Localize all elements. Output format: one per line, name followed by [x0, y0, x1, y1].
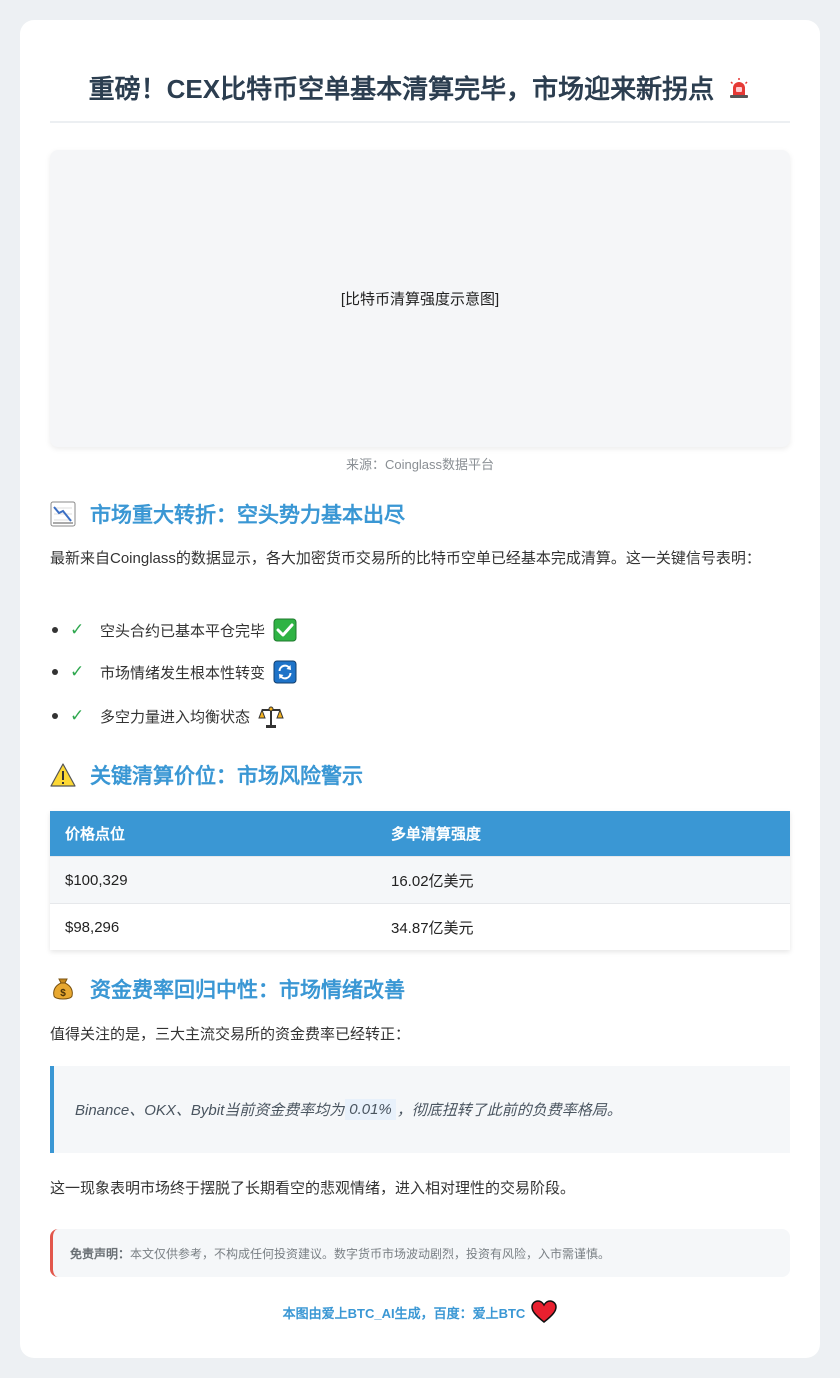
bullet-dot: [52, 669, 58, 675]
disclaimer-label: 免责声明：: [70, 1246, 131, 1261]
hero-placeholder-text: [比特币清算强度示意图]: [340, 291, 500, 308]
section3-conclusion: 这一现象表明市场终于摆脱了长期看空的悲观情绪，进入相对理性的交易阶段。: [50, 1180, 576, 1197]
disclaimer-text: 本文仅供参考，不构成任何投资建议。数字货币市场波动剧烈，投资有风险，入市需谨慎。: [130, 1246, 611, 1261]
siren-icon: [727, 74, 751, 108]
table-cell-intensity: 16.02亿美元: [391, 872, 474, 890]
title-divider: [50, 121, 790, 123]
funding-rate-value: 0.01%: [345, 1099, 396, 1120]
list-item-text: 市场情绪发生根本性转变: [100, 664, 266, 682]
page-title: 重磅！CEX比特币空单基本清算完毕，市场迎来新拐点: [50, 72, 790, 108]
section-heading-text: 资金费率回归中性：市场情绪改善: [90, 979, 405, 1002]
section-heading-market-turn: 市场重大转折：空头势力基本出尽: [50, 499, 790, 529]
section-heading-text: 市场重大转折：空头势力基本出尽: [90, 504, 405, 527]
check-box-icon: [273, 618, 297, 642]
funding-rate-quote: Binance、OKX、Bybit当前资金费率均为 0.01% ，彻底扭转了此前…: [50, 1066, 790, 1153]
disclaimer-box: 免责声明： 本文仅供参考，不构成任何投资建议。数字货币市场波动剧烈，投资有风险，…: [50, 1229, 790, 1277]
section-heading-funding-rate: $ 资金费率回归中性：市场情绪改善: [50, 974, 790, 1004]
title-text: 重磅！CEX比特币空单基本清算完毕，市场迎来新拐点: [88, 74, 715, 104]
image-caption: 来源：Coinglass数据平台: [345, 457, 495, 472]
section1-intro: 最新来自Coinglass的数据显示，各大加密货币交易所的比特币空单已经基本完成…: [50, 550, 761, 567]
check-mark-icon: ✓: [70, 662, 85, 681]
list-item-text: 多空力量进入均衡状态: [100, 708, 251, 726]
footer-text: 本图由爱上BTC_AI生成，百度：爱上BTC: [282, 1305, 526, 1321]
quote-text-before: Binance、OKX、Bybit当前资金费率均为: [75, 1102, 345, 1119]
warning-icon: [50, 762, 76, 788]
list-item: ✓ 空头合约已基本平仓完毕: [50, 616, 297, 644]
money-bag-icon: $: [50, 976, 76, 1002]
check-mark-icon: ✓: [70, 620, 85, 639]
column-header-price: 价格点位: [65, 826, 126, 843]
svg-text:$: $: [60, 988, 66, 999]
quote-text-after: ，彻底扭转了此前的负费率格局。: [396, 1102, 622, 1119]
table-cell-price: $100,329: [65, 871, 128, 889]
table-cell-intensity: 34.87亿美元: [391, 919, 474, 937]
section-heading-text: 关键清算价位：市场风险警示: [90, 765, 363, 788]
table-row: $100,329 16.02亿美元: [50, 856, 790, 903]
column-header-intensity: 多单清算强度: [391, 826, 482, 843]
table-cell-price: $98,296: [65, 918, 120, 936]
section3-intro: 值得关注的是，三大主流交易所的资金费率已经转正：: [50, 1026, 411, 1043]
bullet-dot: [52, 713, 58, 719]
bullet-dot: [52, 627, 58, 633]
list-item-text: 空头合约已基本平仓完毕: [100, 622, 266, 640]
list-item: ✓ 市场情绪发生根本性转变: [50, 658, 297, 686]
hero-image-placeholder: [比特币清算强度示意图]: [50, 150, 790, 447]
refresh-icon: [273, 660, 297, 684]
chart-decreasing-icon: [50, 501, 76, 527]
list-item: ✓ 多空力量进入均衡状态: [50, 702, 284, 730]
check-mark-icon: ✓: [70, 706, 85, 725]
heart-icon: [531, 1300, 558, 1324]
table-row: $98,296 34.87亿美元: [50, 903, 790, 950]
table-header: 价格点位 多单清算强度: [50, 811, 790, 856]
footer-credit: 本图由爱上BTC_AI生成，百度：爱上BTC: [50, 1300, 790, 1324]
balance-scale-icon: [258, 704, 284, 728]
article-card: 重磅！CEX比特币空单基本清算完毕，市场迎来新拐点 [比特币清算强度示意图] 来…: [20, 20, 820, 1358]
section-heading-liquidation-levels: 关键清算价位：市场风险警示: [50, 760, 790, 790]
liquidation-table: 价格点位 多单清算强度 $100,329 16.02亿美元 $98,296 34…: [50, 811, 790, 950]
